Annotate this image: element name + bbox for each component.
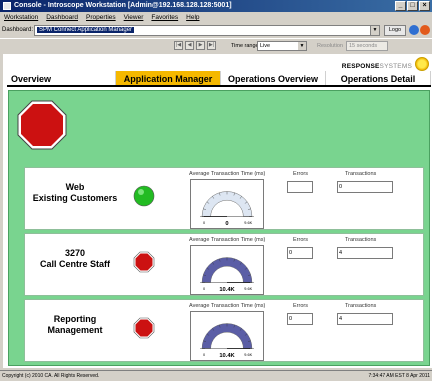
menu-properties[interactable]: Properties (86, 12, 116, 23)
tab-operations-detail[interactable]: Operations Detail (326, 71, 431, 85)
brand-bold: RESPONSE (341, 63, 380, 70)
gauge-max-label: 9.6K (244, 221, 252, 225)
transactions-field: 0 (337, 181, 393, 193)
errors-label: Errors (293, 303, 308, 309)
errors-label: Errors (293, 171, 308, 177)
resolution-select[interactable]: 15 seconds (346, 41, 388, 51)
menu-bar: Workstation Dashboard Properties Viewer … (0, 12, 432, 23)
gauge-max-label: 9.6K (244, 287, 252, 291)
time-toolbar: |◀ ◀ ▶ ▶| Time range Live ▼ Resolution 1… (0, 38, 432, 52)
status-bar: Copyright (c) 2010 CA. All Rights Reserv… (0, 370, 432, 381)
transactions-field: 4 (337, 247, 393, 259)
time-range-label: Time range (231, 43, 259, 49)
gauge-value: 0 (225, 221, 228, 227)
service-name-line2: Call Centre Staff (39, 259, 110, 269)
menu-help[interactable]: Help (186, 12, 199, 23)
avg-time-gauge: 0 10.4K 9.6K (190, 311, 264, 361)
chevron-down-icon: ▼ (298, 42, 306, 50)
window-title: Console - Introscope Workstation [Admin@… (14, 2, 232, 9)
skip-forward-icon[interactable]: ▶| (207, 41, 216, 50)
close-button[interactable]: × (419, 1, 430, 11)
menu-viewer[interactable]: Viewer (124, 12, 144, 23)
brand-light: SYSTEMS (379, 63, 412, 70)
gauge-max-label: 9.6K (244, 353, 252, 357)
skip-back-icon[interactable]: |◀ (174, 41, 183, 50)
gauge-value: 10.4K (219, 353, 235, 359)
service-name-line1: Reporting (53, 314, 97, 324)
service-name: Reporting Management (25, 314, 125, 336)
maximize-button[interactable]: □ (407, 1, 418, 11)
time-range-value: Live (260, 43, 271, 49)
avg-time-gauge: 0 10.4K 9.6K (190, 245, 264, 295)
avg-time-gauge: 0 0 9.6K (190, 179, 264, 229)
transactions-label: Transactions (345, 237, 377, 243)
service-row: 3270 Call Centre Staff Average Transacti… (24, 233, 424, 296)
window-controls: _ □ × (395, 1, 430, 11)
chevron-down-icon: ▼ (370, 26, 379, 35)
menu-workstation[interactable]: Workstation (4, 12, 38, 23)
home-icon[interactable] (420, 25, 430, 35)
service-name: 3270 Call Centre Staff (25, 248, 125, 270)
menu-dashboard[interactable]: Dashboard (46, 12, 78, 23)
resolution-label: Resolution (317, 43, 343, 49)
step-back-icon[interactable]: ◀ (185, 41, 194, 50)
errors-field (287, 181, 313, 193)
service-name: Web Existing Customers (25, 182, 125, 204)
service-name-line1: 3270 (64, 248, 86, 258)
gauge-label: Average Transaction Time (ms) (189, 171, 266, 177)
service-row: Reporting Management Average Transaction… (24, 299, 424, 362)
overall-stop-sign-icon (17, 100, 67, 150)
status-time: 7:34:47 AM EST 8 Apr 2011 (368, 373, 430, 379)
service-name-line2: Existing Customers (32, 193, 118, 203)
status-ok-icon (133, 185, 155, 207)
window-title-bar: Console - Introscope Workstation [Admin@… (0, 0, 432, 12)
status-stop-icon (133, 317, 155, 339)
gauge-label: Average Transaction Time (ms) (189, 237, 266, 243)
tab-application-manager[interactable]: Application Manager (116, 71, 221, 85)
service-row: Web Existing Customers Average Transacti… (24, 167, 424, 230)
dashboard-content: RESPONSESYSTEMS Overview Application Man… (3, 54, 432, 368)
step-forward-icon[interactable]: ▶ (196, 41, 205, 50)
gauge-min-label: 0 (203, 287, 205, 291)
errors-field: 0 (287, 313, 313, 325)
tab-bar: Overview Application Manager Operations … (7, 71, 431, 87)
back-icon[interactable] (409, 25, 419, 35)
time-range-select[interactable]: Live ▼ (257, 41, 307, 51)
menu-favorites[interactable]: Favorites (151, 12, 178, 23)
resolution-value: 15 seconds (349, 43, 378, 49)
brand-logo: RESPONSESYSTEMS (342, 63, 412, 70)
gauge-label: Average Transaction Time (ms) (189, 303, 266, 309)
gauge-min-label: 0 (203, 353, 205, 357)
application-panel: Web Existing Customers Average Transacti… (8, 90, 430, 366)
tab-operations-overview[interactable]: Operations Overview (221, 71, 326, 85)
transactions-field: 4 (337, 313, 393, 325)
transactions-label: Transactions (345, 171, 377, 177)
dashboard-selected-value: SPM Connect Application Manager (37, 27, 135, 33)
status-stop-icon (133, 251, 155, 273)
service-name-line1: Web (65, 182, 85, 192)
dashboard-select[interactable]: SPM Connect Application Manager ▼ (34, 25, 380, 36)
copyright-text: Copyright (c) 2010 CA. All Rights Reserv… (2, 373, 100, 379)
app-icon (3, 2, 11, 10)
transactions-label: Transactions (345, 303, 377, 309)
tab-overview[interactable]: Overview (7, 71, 116, 85)
gauge-value: 10.4K (219, 287, 235, 293)
minimize-button[interactable]: _ (395, 1, 406, 11)
errors-label: Errors (293, 237, 308, 243)
logo-button[interactable]: Logo (384, 25, 406, 36)
service-name-line2: Management (47, 325, 103, 335)
gauge-min-label: 0 (203, 221, 205, 225)
dashboard-bar: Dashboard: SPM Connect Application Manag… (0, 23, 432, 38)
errors-field: 0 (287, 247, 313, 259)
dashboard-label: Dashboard: (2, 27, 34, 33)
sun-logo-icon (415, 57, 429, 71)
